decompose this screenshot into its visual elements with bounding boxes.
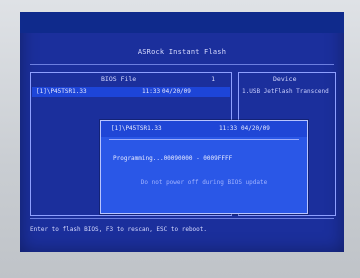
bios-file-name: [1]\P45TSR1.33 [36, 88, 87, 95]
top-bar [20, 12, 344, 33]
dialog-file-date: 04/20/09 [241, 125, 270, 132]
bios-file-date: 04/20/09 [162, 88, 191, 95]
footer-hint: Enter to flash BIOS, F3 to rescan, ESC t… [30, 226, 208, 233]
bios-screen: ASRock Instant Flash BIOS File 1 [1]\P45… [20, 12, 344, 252]
dialog-file-time: 11:33 [219, 125, 238, 132]
bios-file-header-label: BIOS File [101, 75, 137, 83]
flash-progress-dialog: [1]\P45TSR1.33 11:33 04/20/09 Programmin… [100, 120, 308, 214]
device-header-label: Device [273, 75, 297, 83]
app-title: ASRock Instant Flash [137, 48, 227, 56]
bios-file-time: 11:33 [142, 88, 161, 95]
dialog-file-name: [1]\P45TSR1.33 [111, 125, 162, 132]
power-warning: Do not power off during BIOS update [140, 179, 268, 186]
bios-file-count: 1 [211, 75, 215, 83]
dialog-header: [1]\P45TSR1.33 11:33 04/20/09 [101, 121, 307, 137]
programming-progress-text: Programming...00090000 - 0009FFFF [113, 155, 233, 162]
bios-file-row[interactable]: [1]\P45TSR1.33 11:33 04/20/09 [32, 87, 230, 97]
top-divider [30, 64, 334, 65]
bottom-divider [30, 218, 334, 219]
dialog-divider [109, 139, 299, 140]
bios-file-header: BIOS File 1 [31, 73, 231, 85]
device-item[interactable]: 1.USB JetFlash Transcend [242, 87, 329, 97]
device-header: Device [239, 73, 335, 85]
